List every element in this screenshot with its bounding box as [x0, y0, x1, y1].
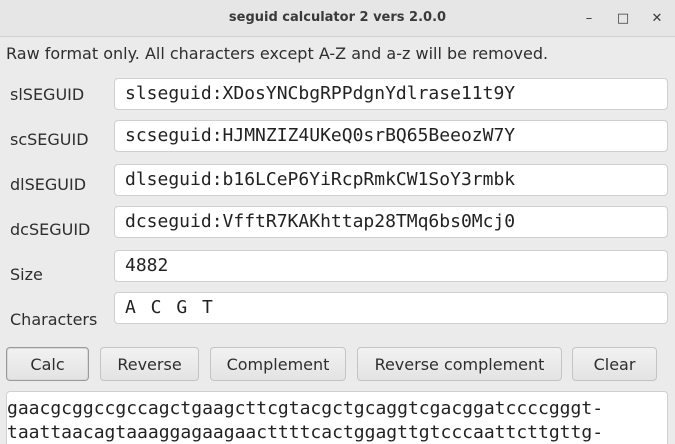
size-label: Size — [10, 265, 43, 284]
dlseguid-label: dlSEGUID — [10, 175, 87, 194]
scseguid-label: scSEGUID — [10, 130, 89, 149]
size-field[interactable]: 4882 — [114, 250, 668, 282]
reverse-complement-button[interactable]: Reverse complement — [357, 347, 562, 381]
dcseguid-field[interactable]: dcseguid:VfftR7KAKhttap28TMq6bs0Mcj0 — [114, 206, 668, 238]
sequence-textarea[interactable]: gaacgcggccgccagctgaagcttcgtacgctgcaggtcg… — [6, 391, 668, 444]
clear-button[interactable]: Clear — [572, 347, 657, 381]
maximize-button[interactable]: □ — [611, 6, 635, 30]
sequence-line: gaacgcggccgccagctgaagcttcgtacgctgcaggtcg… — [7, 398, 604, 419]
info-text: Raw format only. All characters except A… — [6, 44, 549, 63]
scseguid-field[interactable]: scseguid:HJMNZIZ4UKeQ0srBQ65BeeozW7Y — [114, 120, 668, 152]
close-button[interactable]: ✕ — [645, 6, 669, 30]
minimize-button[interactable]: – — [577, 6, 601, 30]
title-bar: seguid calculator 2 vers 2.0.0 – □ ✕ — [0, 0, 675, 37]
characters-label: Characters — [10, 310, 98, 329]
dcseguid-label: dcSEGUID — [10, 220, 91, 239]
slseguid-label: slSEGUID — [10, 85, 85, 104]
calc-button[interactable]: Calc — [6, 347, 89, 381]
slseguid-field[interactable]: slseguid:XDosYNCbgRPPdgnYdlrase11t9Y — [114, 78, 668, 110]
characters-field[interactable]: A C G T — [114, 292, 668, 324]
sequence-line: taattaacagtaaaggagaagaacttttcactggagttgt… — [7, 422, 604, 443]
window-title: seguid calculator 2 vers 2.0.0 — [228, 10, 447, 25]
dlseguid-field[interactable]: dlseguid:b16LCeP6YiRcpRmkCW1SoY3rmbk — [114, 164, 668, 196]
complement-button[interactable]: Complement — [210, 347, 346, 381]
reverse-button[interactable]: Reverse — [100, 347, 199, 381]
